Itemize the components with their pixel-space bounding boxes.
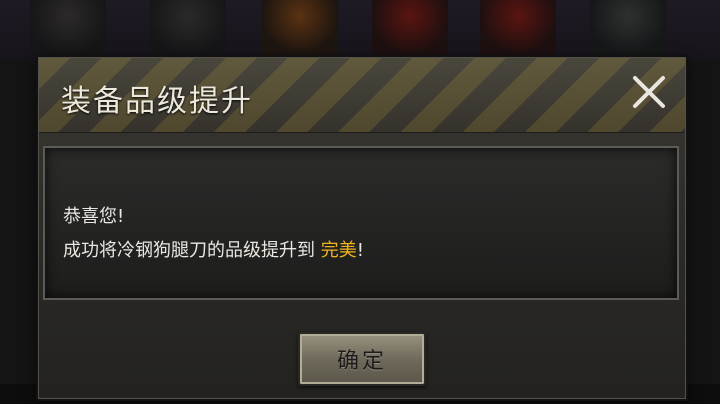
inventory-slot-helmet bbox=[372, 0, 448, 56]
upgrade-dialog: 装备品级提升 恭喜您! 成功将冷钢狗腿刀的品级提升到 完美! 确定 bbox=[38, 57, 686, 399]
upgrade-message-text: 成功将冷钢狗腿刀的品级提升到 bbox=[63, 240, 315, 261]
message-panel: 恭喜您! 成功将冷钢狗腿刀的品级提升到 完美! bbox=[43, 146, 679, 300]
congrats-text: 恭喜您! bbox=[63, 206, 125, 227]
dialog-header: 装备品级提升 bbox=[39, 58, 685, 133]
inventory-slot-jacket bbox=[30, 0, 106, 56]
close-icon bbox=[633, 76, 665, 108]
quality-level: 完美 bbox=[320, 240, 357, 261]
inventory-slot-helmet bbox=[590, 0, 666, 56]
confirm-label: 确定 bbox=[336, 349, 387, 374]
close-button[interactable] bbox=[627, 70, 671, 114]
inventory-slot-helmet bbox=[480, 0, 556, 56]
dialog-title: 装备品级提升 bbox=[61, 84, 253, 119]
upgrade-message: 成功将冷钢狗腿刀的品级提升到 完美! bbox=[63, 236, 364, 262]
upgrade-message-suffix: ! bbox=[356, 240, 364, 261]
confirm-button[interactable]: 确定 bbox=[298, 332, 426, 386]
inventory-slot-jacket bbox=[150, 0, 226, 56]
inventory-slot-jacket bbox=[262, 0, 338, 56]
inventory-background bbox=[0, 0, 720, 60]
